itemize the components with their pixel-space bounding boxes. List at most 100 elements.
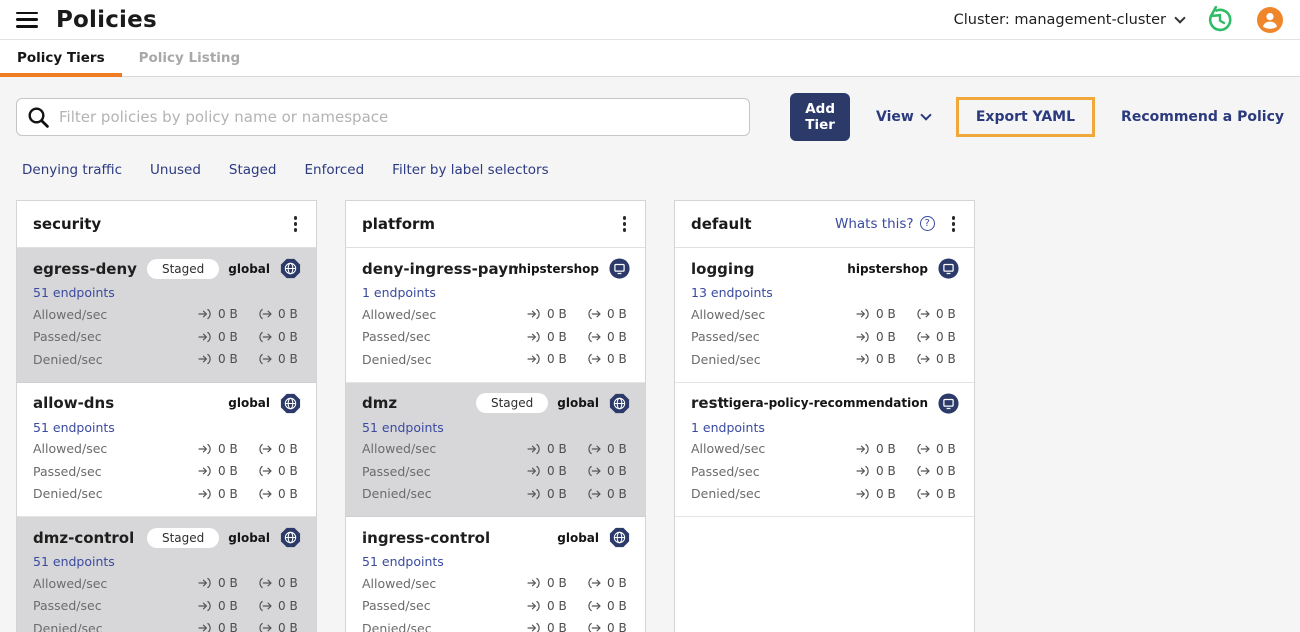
policy-card[interactable]: dmz-control Staged global 51 endpoints A…: [17, 517, 316, 632]
question-circle-icon: ?: [919, 216, 935, 232]
tier-menu-button[interactable]: [289, 212, 302, 235]
cluster-selector[interactable]: Cluster: management-cluster: [954, 12, 1186, 28]
filter-enforced[interactable]: Enforced: [305, 162, 365, 178]
tier-menu-button[interactable]: [618, 212, 631, 235]
toolbar: Add Tier View Export YAML Recommend a Po…: [16, 93, 1284, 141]
stat-ingress-value: 0 B: [547, 329, 567, 344]
tier-menu-button[interactable]: [947, 212, 960, 235]
menu-icon[interactable]: [16, 11, 38, 28]
ingress-icon: [527, 309, 540, 320]
stat-label: Allowed/sec: [33, 441, 108, 457]
policy-stats: Allowed/sec 0 B 0 B Passed/sec 0 B 0 B D…: [362, 303, 631, 371]
endpoints-link[interactable]: 51 endpoints: [33, 285, 115, 300]
policy-scope-label: global: [228, 530, 270, 545]
egress-icon: [917, 488, 930, 499]
tab-policy-tiers[interactable]: Policy Tiers: [0, 40, 122, 77]
policy-card[interactable]: restricted tigera-policy-recommendation …: [675, 382, 974, 517]
filter-label-selectors[interactable]: Filter by label selectors: [392, 162, 548, 178]
endpoints-link[interactable]: 1 endpoints: [691, 420, 765, 435]
ingress-icon: [198, 309, 211, 320]
tier-header: default Whats this? ?: [675, 201, 974, 248]
stat-ingress-value: 0 B: [547, 576, 567, 591]
policy-scope-label: tigera-policy-recommendation: [723, 396, 928, 410]
ingress-icon: [527, 623, 540, 632]
egress-icon: [259, 354, 272, 365]
ingress-icon: [856, 309, 869, 320]
filter-unused[interactable]: Unused: [150, 162, 201, 178]
tier-header: security: [17, 201, 316, 248]
endpoints-link[interactable]: 1 endpoints: [362, 285, 436, 300]
ingress-icon: [198, 623, 211, 632]
policy-scope-label: global: [228, 396, 270, 410]
tab-policy-listing[interactable]: Policy Listing: [122, 40, 258, 76]
stat-egress-value: 0 B: [607, 598, 627, 613]
stat-row: Denied/sec 0 B 0 B: [33, 483, 302, 506]
policy-name: egress-deny: [33, 259, 137, 278]
tab-policy-tiers-label: Policy Tiers: [17, 50, 105, 66]
policy-card[interactable]: allow-dns global 51 endpoints Allowed/se…: [17, 382, 316, 517]
filter-denying-traffic[interactable]: Denying traffic: [22, 162, 122, 178]
kebab-icon: [622, 216, 626, 232]
stat-row: Denied/sec 0 B 0 B: [33, 617, 302, 632]
stat-ingress-value: 0 B: [218, 464, 238, 479]
stat-row: Passed/sec 0 B 0 B: [362, 326, 631, 349]
namespace-policy-icon: [938, 258, 959, 279]
stat-label: Allowed/sec: [362, 306, 437, 322]
ingress-icon: [198, 354, 211, 365]
add-tier-button[interactable]: Add Tier: [790, 93, 851, 141]
policy-card[interactable]: deny-ingress-paymentservi… hipstershop 1…: [346, 248, 645, 383]
stat-ingress-value: 0 B: [876, 441, 896, 456]
egress-icon: [259, 600, 272, 611]
stat-label: Denied/sec: [33, 486, 103, 502]
stat-label: Allowed/sec: [33, 575, 108, 591]
stat-row: Passed/sec 0 B 0 B: [33, 326, 302, 349]
tab-policy-listing-label: Policy Listing: [138, 50, 241, 66]
stat-label: Denied/sec: [362, 620, 432, 632]
policy-stats: Allowed/sec 0 B 0 B Passed/sec 0 B 0 B D…: [362, 438, 631, 506]
search-input[interactable]: [16, 98, 751, 136]
stat-egress-value: 0 B: [607, 464, 627, 479]
policy-stats: Allowed/sec 0 B 0 B Passed/sec 0 B 0 B D…: [691, 438, 960, 506]
stat-ingress-value: 0 B: [876, 329, 896, 344]
policy-name: logging: [691, 259, 755, 278]
user-avatar-icon: [1257, 6, 1283, 33]
endpoints-link[interactable]: 51 endpoints: [362, 420, 444, 435]
stat-egress-value: 0 B: [278, 352, 298, 367]
policy-card[interactable]: logging hipstershop 13 endpoints Allowed…: [675, 248, 974, 383]
recommend-policy-button[interactable]: Recommend a Policy: [1121, 109, 1284, 125]
export-yaml-highlight: Export YAML: [955, 97, 1096, 137]
stat-egress-value: 0 B: [936, 329, 956, 344]
endpoints-link[interactable]: 51 endpoints: [33, 420, 115, 435]
policy-card[interactable]: ingress-control global 51 endpoints Allo…: [346, 517, 645, 632]
stat-row: Denied/sec 0 B 0 B: [362, 617, 631, 632]
egress-icon: [588, 331, 601, 342]
filter-staged[interactable]: Staged: [229, 162, 277, 178]
history-button[interactable]: [1206, 5, 1234, 34]
stat-egress-value: 0 B: [278, 576, 298, 591]
policy-stats: Allowed/sec 0 B 0 B Passed/sec 0 B 0 B D…: [362, 572, 631, 632]
stat-egress-value: 0 B: [278, 486, 298, 501]
stat-egress-value: 0 B: [278, 621, 298, 632]
egress-icon: [917, 331, 930, 342]
endpoints-link[interactable]: 13 endpoints: [691, 285, 773, 300]
user-menu-button[interactable]: [1256, 6, 1284, 34]
policy-card[interactable]: egress-deny Staged global 51 endpoints A…: [17, 248, 316, 383]
ingress-icon: [527, 600, 540, 611]
page-title: Policies: [56, 6, 157, 33]
stat-egress-value: 0 B: [607, 329, 627, 344]
quick-filters: Denying traffic Unused Staged Enforced F…: [22, 162, 1284, 178]
policy-stats: Allowed/sec 0 B 0 B Passed/sec 0 B 0 B D…: [33, 438, 302, 506]
whats-this-link[interactable]: Whats this? ?: [835, 216, 935, 232]
stat-egress-value: 0 B: [936, 486, 956, 501]
ingress-icon: [527, 578, 540, 589]
endpoints-link[interactable]: 51 endpoints: [33, 554, 115, 569]
stat-row: Passed/sec 0 B 0 B: [33, 595, 302, 618]
ingress-icon: [856, 331, 869, 342]
export-yaml-button[interactable]: Export YAML: [976, 109, 1075, 125]
global-policy-icon: [280, 527, 301, 548]
view-dropdown[interactable]: View: [876, 109, 932, 125]
stat-egress-value: 0 B: [936, 464, 956, 479]
policy-scope-label: global: [557, 396, 599, 410]
endpoints-link[interactable]: 51 endpoints: [362, 554, 444, 569]
policy-card[interactable]: dmz Staged global 51 endpoints Allowed/s…: [346, 382, 645, 517]
